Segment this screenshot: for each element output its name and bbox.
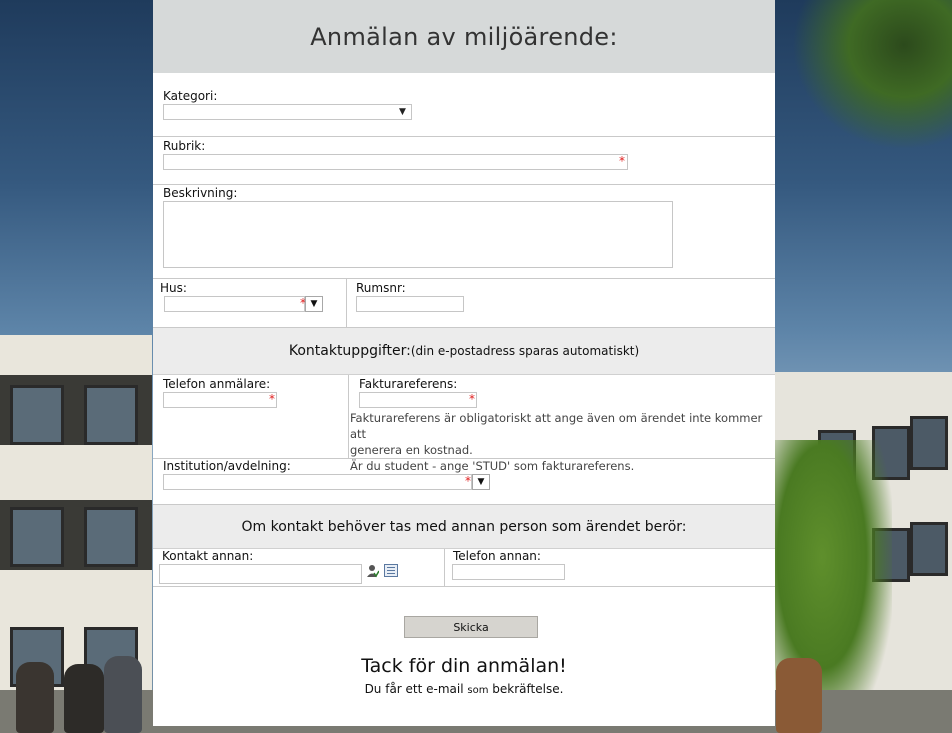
submit-button[interactable]: Skicka — [404, 616, 538, 638]
institution-label: Institution/avdelning: — [163, 459, 291, 473]
form-header: Anmälan av miljöärende: — [153, 0, 775, 73]
column-divider — [346, 279, 347, 327]
chevron-down-icon[interactable]: ▼ — [305, 296, 323, 312]
thanks-subtitle-part: bekräftelse. — [488, 682, 564, 696]
contact-section-note: (din e-postadress sparas automatiskt) — [410, 344, 640, 358]
check-names-icon[interactable] — [367, 564, 380, 578]
rubrik-label: Rubrik: — [163, 139, 206, 153]
required-marker: * — [469, 392, 475, 406]
column-divider — [444, 549, 445, 586]
other-contact-section-title: Om kontakt behöver tas med annan person … — [241, 518, 687, 535]
beskrivning-row: Beskrivning: — [153, 185, 775, 279]
telefon-label: Telefon anmälare: — [163, 377, 271, 391]
other-contact-row: Kontakt annan: Telefon annan: — [153, 549, 775, 587]
contact-section-header: Kontaktuppgifter: (din e-postadress spara… — [153, 328, 775, 375]
hus-rumsnr-row: Hus: * ▼ Rumsnr: — [153, 279, 775, 328]
beskrivning-label: Beskrivning: — [163, 186, 238, 200]
contact-section-title: Kontaktuppgifter: — [288, 343, 411, 359]
form-panel: Anmälan av miljöärende: Kategori: ▼ Rubr… — [153, 0, 775, 726]
column-divider — [348, 375, 349, 458]
kontakt-annan-label: Kontakt annan: — [162, 549, 254, 563]
tree-foliage — [792, 0, 952, 150]
person-figure — [16, 662, 54, 733]
institution-row: Institution/avdelning: * ▼ — [153, 459, 775, 505]
required-marker: * — [619, 154, 625, 168]
kategori-select[interactable] — [163, 104, 412, 120]
faktura-note-line: generera en kostnad. — [350, 443, 473, 457]
thanks-subtitle: Du får ett e-mail som bekräftelse. — [153, 682, 775, 696]
telefon-faktura-row: Telefon anmälare: * Fakturareferens: * F… — [153, 375, 775, 473]
required-marker: * — [269, 392, 275, 406]
thanks-subtitle-part: som — [467, 685, 489, 696]
chevron-down-icon[interactable]: ▼ — [472, 474, 490, 490]
thanks-title: Tack för din anmälan! — [361, 655, 567, 677]
thanks-subtitle-part: Du får ett e-mail — [364, 682, 468, 696]
rumsnr-label: Rumsnr: — [356, 281, 406, 295]
rubrik-input[interactable] — [163, 154, 628, 170]
institution-select[interactable] — [163, 474, 472, 490]
beskrivning-textarea[interactable] — [163, 201, 673, 268]
faktura-label: Fakturareferens: — [359, 377, 458, 391]
rubrik-row: Rubrik: * — [153, 137, 775, 185]
telefon-annan-input[interactable] — [452, 564, 565, 580]
required-marker: * — [465, 474, 471, 488]
form-title: Anmälan av miljöärende: — [310, 22, 618, 51]
kategori-label: Kategori: — [163, 89, 218, 103]
person-figure — [64, 664, 104, 733]
chevron-down-icon[interactable]: ▼ — [399, 107, 406, 117]
kontakt-annan-input[interactable] — [159, 564, 362, 584]
kategori-row: Kategori: ▼ — [153, 73, 775, 137]
hus-select[interactable] — [164, 296, 305, 312]
faktura-input[interactable] — [359, 392, 477, 408]
person-figure — [776, 658, 822, 733]
person-figure — [104, 656, 142, 733]
rumsnr-input[interactable] — [356, 296, 464, 312]
telefon-input[interactable] — [163, 392, 277, 408]
telefon-annan-label: Telefon annan: — [453, 549, 541, 563]
address-book-icon[interactable] — [384, 564, 398, 577]
other-contact-section-header: Om kontakt behöver tas med annan person … — [153, 505, 775, 549]
hus-label: Hus: — [160, 281, 187, 295]
faktura-note-line: Fakturareferens är obligatoriskt att ang… — [350, 411, 763, 441]
